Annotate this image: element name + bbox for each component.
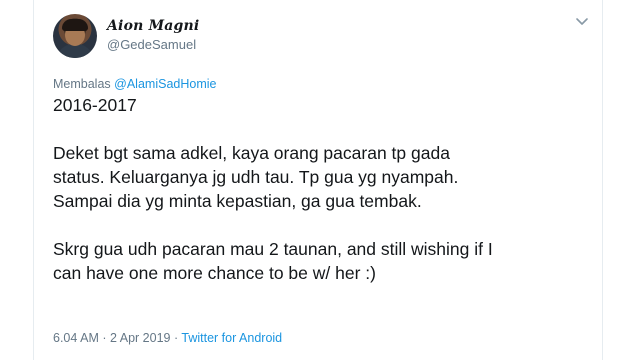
- tweet-line: Skrg gua udh pacaran mau 2 taunan, and s…: [53, 239, 493, 259]
- tweet-time[interactable]: 6.04 AM: [53, 331, 99, 345]
- tweet-date[interactable]: 2 Apr 2019: [110, 331, 170, 345]
- right-border: [602, 0, 603, 360]
- tweet-line: status. Keluarganya jg udh tau. Tp gua y…: [53, 167, 459, 187]
- reply-prefix: Membalas: [53, 77, 111, 91]
- tweet-line: Deket bgt sama adkel, kaya orang pacaran…: [53, 143, 450, 163]
- tweet-line: Sampai dia yg minta kepastian, ga gua te…: [53, 191, 422, 211]
- display-name[interactable]: Aion Magni: [107, 18, 199, 34]
- tweet-card: Aion Magni @GedeSamuel Membalas @AlamiSa…: [34, 0, 602, 360]
- avatar[interactable]: [53, 14, 97, 58]
- reply-mention-link[interactable]: @AlamiSadHomie: [114, 77, 216, 91]
- tweet-source-link[interactable]: Twitter for Android: [181, 331, 282, 345]
- reply-context: Membalas @AlamiSadHomie: [53, 77, 216, 91]
- chevron-down-icon[interactable]: [575, 14, 589, 28]
- tweet-meta: 6.04 AM · 2 Apr 2019 · Twitter for Andro…: [53, 331, 282, 345]
- tweet-text: 2016-2017 Deket bgt sama adkel, kaya ora…: [53, 93, 593, 285]
- meta-separator: ·: [102, 331, 107, 345]
- user-handle[interactable]: @GedeSamuel: [107, 37, 196, 52]
- tweet-line: 2016-2017: [53, 95, 137, 115]
- tweet-line: can have one more chance to be w/ her :): [53, 263, 376, 283]
- meta-separator: ·: [173, 331, 179, 345]
